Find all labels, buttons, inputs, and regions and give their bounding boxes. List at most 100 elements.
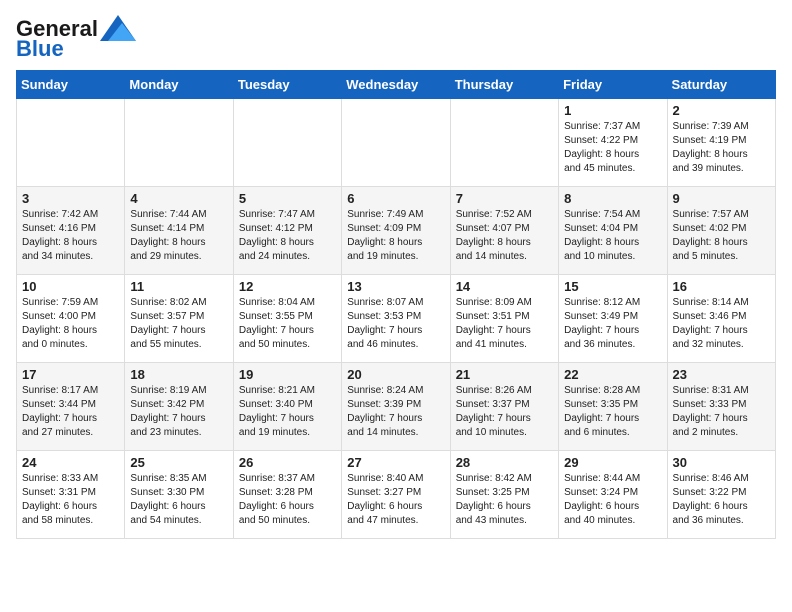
calendar-cell: 18 Sunrise: 8:19 AM Sunset: 3:42 PM Dayli… [125,363,233,451]
calendar-table: SundayMondayTuesdayWednesdayThursdayFrid… [16,70,776,539]
calendar-cell: 21Sunrise: 8:26 AM Sunset: 3:37 PM Dayli… [450,363,558,451]
day-number: 28 [456,455,553,470]
calendar-cell [233,99,341,187]
day-info: Sunrise: 7:37 AM Sunset: 4:22 PM Dayligh… [564,120,661,176]
calendar-cell: 6 Sunrise: 7:49 AM Sunset: 4:09 PM Daylig… [342,187,450,275]
day-info: Sunrise: 7:57 AM Sunset: 4:02 PM Dayligh… [673,208,770,264]
calendar-cell [17,99,125,187]
calendar-cell: 27 Sunrise: 8:40 AM Sunset: 3:27 PM Dayli… [342,451,450,539]
day-number: 27 [347,455,444,470]
day-info: Sunrise: 8:17 AM Sunset: 3:44 PM Dayligh… [22,384,119,440]
day-info: Sunrise: 7:49 AM Sunset: 4:09 PM Dayligh… [347,208,444,264]
calendar-cell: 22 Sunrise: 8:28 AM Sunset: 3:35 PM Dayli… [559,363,667,451]
day-info: Sunrise: 8:46 AM Sunset: 3:22 PM Dayligh… [673,472,770,528]
day-number: 22 [564,367,661,382]
calendar-cell: 29Sunrise: 8:44 AM Sunset: 3:24 PM Dayli… [559,451,667,539]
day-info: Sunrise: 8:44 AM Sunset: 3:24 PM Dayligh… [564,472,661,528]
day-number: 26 [239,455,336,470]
day-number: 10 [22,279,119,294]
day-number: 16 [673,279,770,294]
calendar-cell: 16Sunrise: 8:14 AM Sunset: 3:46 PM Dayli… [667,275,775,363]
day-info: Sunrise: 8:12 AM Sunset: 3:49 PM Dayligh… [564,296,661,352]
day-number: 30 [673,455,770,470]
day-number: 12 [239,279,336,294]
weekday-header-sunday: Sunday [17,71,125,99]
day-info: Sunrise: 8:07 AM Sunset: 3:53 PM Dayligh… [347,296,444,352]
calendar-cell: 17 Sunrise: 8:17 AM Sunset: 3:44 PM Dayli… [17,363,125,451]
day-info: Sunrise: 8:02 AM Sunset: 3:57 PM Dayligh… [130,296,227,352]
calendar-cell: 5 Sunrise: 7:47 AM Sunset: 4:12 PM Daylig… [233,187,341,275]
calendar-cell: 28Sunrise: 8:42 AM Sunset: 3:25 PM Dayli… [450,451,558,539]
day-number: 8 [564,191,661,206]
weekday-header-thursday: Thursday [450,71,558,99]
weekday-header-wednesday: Wednesday [342,71,450,99]
calendar-week-1: 1Sunrise: 7:37 AM Sunset: 4:22 PM Daylig… [17,99,776,187]
logo: General Blue [16,16,136,62]
day-number: 6 [347,191,444,206]
calendar-cell: 20 Sunrise: 8:24 AM Sunset: 3:39 PM Dayli… [342,363,450,451]
calendar-cell: 9 Sunrise: 7:57 AM Sunset: 4:02 PM Daylig… [667,187,775,275]
calendar-cell: 8 Sunrise: 7:54 AM Sunset: 4:04 PM Daylig… [559,187,667,275]
day-info: Sunrise: 8:28 AM Sunset: 3:35 PM Dayligh… [564,384,661,440]
calendar-cell: 4 Sunrise: 7:44 AM Sunset: 4:14 PM Daylig… [125,187,233,275]
day-info: Sunrise: 8:33 AM Sunset: 3:31 PM Dayligh… [22,472,119,528]
calendar-cell: 25 Sunrise: 8:35 AM Sunset: 3:30 PM Dayli… [125,451,233,539]
calendar-week-3: 10 Sunrise: 7:59 AM Sunset: 4:00 PM Dayli… [17,275,776,363]
day-number: 3 [22,191,119,206]
day-number: 2 [673,103,770,118]
calendar-cell: 12 Sunrise: 8:04 AM Sunset: 3:55 PM Dayli… [233,275,341,363]
day-info: Sunrise: 8:31 AM Sunset: 3:33 PM Dayligh… [673,384,770,440]
calendar-cell: 14 Sunrise: 8:09 AM Sunset: 3:51 PM Dayli… [450,275,558,363]
day-info: Sunrise: 8:35 AM Sunset: 3:30 PM Dayligh… [130,472,227,528]
day-number: 18 [130,367,227,382]
day-info: Sunrise: 8:21 AM Sunset: 3:40 PM Dayligh… [239,384,336,440]
logo-blue: Blue [16,36,64,62]
day-number: 9 [673,191,770,206]
day-info: Sunrise: 7:44 AM Sunset: 4:14 PM Dayligh… [130,208,227,264]
weekday-header-saturday: Saturday [667,71,775,99]
calendar-cell: 15 Sunrise: 8:12 AM Sunset: 3:49 PM Dayli… [559,275,667,363]
calendar-cell: 26 Sunrise: 8:37 AM Sunset: 3:28 PM Dayli… [233,451,341,539]
day-number: 14 [456,279,553,294]
page-header: General Blue [16,16,776,62]
weekday-header-monday: Monday [125,71,233,99]
day-number: 11 [130,279,227,294]
day-number: 23 [673,367,770,382]
day-info: Sunrise: 7:39 AM Sunset: 4:19 PM Dayligh… [673,120,770,176]
calendar-cell: 1Sunrise: 7:37 AM Sunset: 4:22 PM Daylig… [559,99,667,187]
calendar-cell: 11 Sunrise: 8:02 AM Sunset: 3:57 PM Dayli… [125,275,233,363]
day-number: 24 [22,455,119,470]
weekday-header-tuesday: Tuesday [233,71,341,99]
calendar-cell: 3Sunrise: 7:42 AM Sunset: 4:16 PM Daylig… [17,187,125,275]
day-info: Sunrise: 7:52 AM Sunset: 4:07 PM Dayligh… [456,208,553,264]
day-number: 19 [239,367,336,382]
day-info: Sunrise: 7:59 AM Sunset: 4:00 PM Dayligh… [22,296,119,352]
logo-icon [100,13,136,41]
day-info: Sunrise: 8:09 AM Sunset: 3:51 PM Dayligh… [456,296,553,352]
calendar-cell: 23 Sunrise: 8:31 AM Sunset: 3:33 PM Dayli… [667,363,775,451]
day-number: 4 [130,191,227,206]
day-info: Sunrise: 8:40 AM Sunset: 3:27 PM Dayligh… [347,472,444,528]
calendar-week-2: 3Sunrise: 7:42 AM Sunset: 4:16 PM Daylig… [17,187,776,275]
day-info: Sunrise: 7:47 AM Sunset: 4:12 PM Dayligh… [239,208,336,264]
day-number: 20 [347,367,444,382]
calendar-cell: 30 Sunrise: 8:46 AM Sunset: 3:22 PM Dayli… [667,451,775,539]
day-number: 17 [22,367,119,382]
day-number: 25 [130,455,227,470]
day-number: 5 [239,191,336,206]
day-info: Sunrise: 8:37 AM Sunset: 3:28 PM Dayligh… [239,472,336,528]
day-number: 21 [456,367,553,382]
weekday-header-friday: Friday [559,71,667,99]
day-info: Sunrise: 8:19 AM Sunset: 3:42 PM Dayligh… [130,384,227,440]
calendar-cell [450,99,558,187]
day-info: Sunrise: 8:24 AM Sunset: 3:39 PM Dayligh… [347,384,444,440]
calendar-cell: 7 Sunrise: 7:52 AM Sunset: 4:07 PM Daylig… [450,187,558,275]
day-number: 7 [456,191,553,206]
calendar-cell [342,99,450,187]
weekday-header-row: SundayMondayTuesdayWednesdayThursdayFrid… [17,71,776,99]
day-info: Sunrise: 7:54 AM Sunset: 4:04 PM Dayligh… [564,208,661,264]
day-number: 15 [564,279,661,294]
day-info: Sunrise: 8:04 AM Sunset: 3:55 PM Dayligh… [239,296,336,352]
calendar-week-5: 24 Sunrise: 8:33 AM Sunset: 3:31 PM Dayli… [17,451,776,539]
calendar-cell: 10 Sunrise: 7:59 AM Sunset: 4:00 PM Dayli… [17,275,125,363]
